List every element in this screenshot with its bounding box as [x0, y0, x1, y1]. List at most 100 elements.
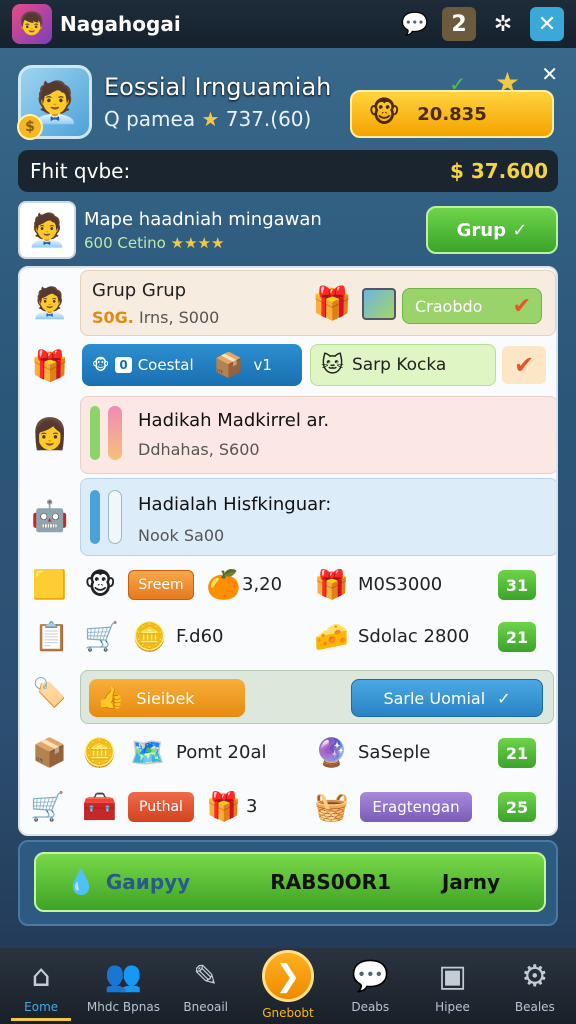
list-item[interactable]: 👩 Hadikah Madkirrel ar. Ddhahas, S600 [20, 394, 556, 474]
grup-button[interactable]: Grup ✓ [426, 206, 558, 254]
player-stat-value: 737.(60) [225, 107, 312, 131]
balance-label: Fhit qvbe: [30, 159, 131, 183]
box-icon: 📦 [32, 736, 67, 769]
mascot-icon: 🐵 [368, 96, 401, 129]
cheese-icon: 🧀 [314, 620, 349, 653]
level-badge[interactable]: 2 [442, 7, 476, 41]
nav-label: Mhdc Bpnas [86, 1000, 160, 1014]
main-action-button[interactable]: 💧 Gaируу RABS0OR1 Jarny [34, 852, 546, 912]
player-avatar[interactable]: 🧑‍💼 $ [17, 65, 92, 140]
check-icon[interactable]: ✔ [502, 346, 546, 384]
count-badge[interactable]: 25 [498, 792, 536, 822]
main-panel: 🧑‍💼 Grup Grup S0G. Irns, S000 🎁 Craobdo … [18, 266, 558, 836]
highlight-row: 👍 Sieibek Sarle Uomial ✓ [80, 670, 554, 724]
quest-icon: ✎ [193, 958, 219, 994]
robot-icon: 🤖 [31, 498, 69, 534]
nav-label: Bneoail [183, 1000, 228, 1014]
close-icon[interactable]: ✕ [541, 62, 558, 86]
monkey-icon: 🐵 [84, 568, 117, 601]
home-icon: ⌂ [31, 958, 51, 994]
item-sub: S0G. Irns, S000 [92, 308, 219, 327]
progress-bar [90, 490, 100, 544]
grid-row: 🟨 🐵 Sreem 🍊 3,20 🎁 M0S3000 31 [20, 558, 556, 614]
cube-icon: 🟨 [32, 568, 67, 601]
gold-balance-value: 20.835 [417, 103, 487, 125]
gold-balance-button[interactable]: 🐵 20.835 [350, 90, 554, 138]
cta-right-label: Jarny [441, 870, 500, 894]
nav-label: Gnebobt [262, 1006, 314, 1020]
sarle-uomial-button[interactable]: Sarle Uomial ✓ [351, 679, 543, 717]
list-item[interactable]: 🤖 Hadialah Hisfkinguar: Nook Sa00 [20, 476, 556, 556]
gift-icon: 🎁 [312, 284, 352, 322]
cart-icon: 🛒 [30, 790, 65, 823]
craobdo-button[interactable]: Craobdo ✔ [402, 288, 542, 324]
settings-icon: ⚙ [521, 958, 549, 994]
grid-row: 📋 🛒 🪙 F.d60 🧀 Sdolac 2800 21 [20, 610, 556, 666]
friends-icon: 👥 [104, 958, 143, 994]
sieibek-button[interactable]: 👍 Sieibek [89, 679, 245, 717]
sarp-kocka-label: Sarp Kocka [351, 355, 447, 375]
count-badge[interactable]: 21 [498, 738, 536, 768]
map-icon: 🗺️ [130, 736, 165, 769]
item-sub: Nook Sa00 [138, 526, 225, 545]
list-item: 🎁 🐵 0 Coestal 📦 v1 🐱 Sarp Kocka ✔ [20, 340, 556, 392]
list-item[interactable]: 🧑‍💼 Grup Grup S0G. Irns, S000 🎁 Craobdo … [20, 268, 556, 338]
camera-icon: ▣ [438, 958, 467, 994]
sparkle-icon[interactable]: ✲ [486, 7, 520, 41]
count-badge[interactable]: 21 [498, 622, 536, 652]
nav-item-quest[interactable]: ✎ Bneoail [165, 948, 247, 1015]
cart-icon: 🛒 [84, 620, 119, 653]
chat-icon[interactable]: 💬 [398, 7, 432, 41]
coin-icon: $ [17, 114, 43, 140]
nav-item-settings[interactable]: ⚙ Beales [494, 948, 576, 1015]
player-stat-prefix: Q pamea [104, 107, 196, 131]
nav-item-home[interactable]: ⌂ Eome [0, 948, 82, 1021]
gift-icon: 🎁 [314, 568, 349, 601]
app-title: Nagahogai [60, 12, 181, 36]
app-avatar-icon[interactable]: 👦 [12, 4, 52, 44]
play-icon: ❯ [261, 950, 314, 1002]
progress-bar [108, 406, 122, 460]
nav-item-friends[interactable]: 👥 Mhdc Bpnas [82, 948, 164, 1015]
sreem-button[interactable]: Sreem [128, 570, 194, 600]
nav-item-camera[interactable]: ▣ Hipee [412, 948, 494, 1015]
progress-bar [108, 490, 122, 544]
grid-value: Pomt 20al [176, 742, 267, 763]
coestal-button[interactable]: 🐵 0 Coestal 📦 v1 [82, 344, 302, 386]
monkey-icon: 🐵 [92, 356, 110, 374]
gift-icon: 🎁 [206, 790, 241, 823]
sarp-kocka-button[interactable]: 🐱 Sarp Kocka [310, 344, 496, 386]
sieibek-label: Sieibek [136, 688, 195, 708]
box-icon: 📦 [213, 351, 244, 379]
grid-value: 3 [246, 796, 258, 817]
fruit-icon: 🍊 [206, 568, 241, 601]
item-sub: Ddhahas, S600 [138, 440, 260, 459]
check-icon: ✓ [497, 688, 511, 708]
grid-value: F.d60 [176, 626, 224, 647]
grid-label: Sdolac 2800 [358, 626, 470, 647]
nav-item-chat[interactable]: 💬 Deabs [329, 948, 411, 1015]
mission-title: Mape haadniah mingawan [84, 208, 322, 230]
grid-label: SaSeple [358, 742, 431, 763]
cat-icon: 🐱 [321, 352, 344, 378]
progress-bar [90, 406, 100, 460]
count-badge[interactable]: 31 [498, 570, 536, 600]
nav-label: Deabs [351, 1000, 390, 1014]
nav-label: Hipee [435, 1000, 470, 1014]
cta-left-label: Gaируу [105, 870, 191, 894]
grid-label: M0S3000 [358, 574, 443, 595]
coestal-suffix: v1 [253, 356, 272, 374]
eragtengan-button[interactable]: Eragtengan [360, 792, 472, 822]
close-icon[interactable]: ✕ [530, 7, 564, 41]
coestal-chip: 0 [115, 357, 132, 373]
craobdo-label: Craobdo [415, 296, 483, 316]
item-title: Hadialah Hisfkinguar: [138, 494, 332, 515]
puthal-button[interactable]: Puthal [128, 792, 194, 822]
coin-icon: 🪙 [132, 620, 167, 653]
nav-item-play[interactable]: ❯ Gnebobt [247, 948, 329, 1020]
basket-icon: 🧺 [314, 790, 349, 823]
item-sub-highlight: S0G. [92, 308, 134, 327]
item-sub-text: Irns, S000 [138, 308, 220, 327]
nav-label: Eome [24, 1000, 59, 1014]
rating-stars-icon: ★★★★ [170, 233, 225, 252]
